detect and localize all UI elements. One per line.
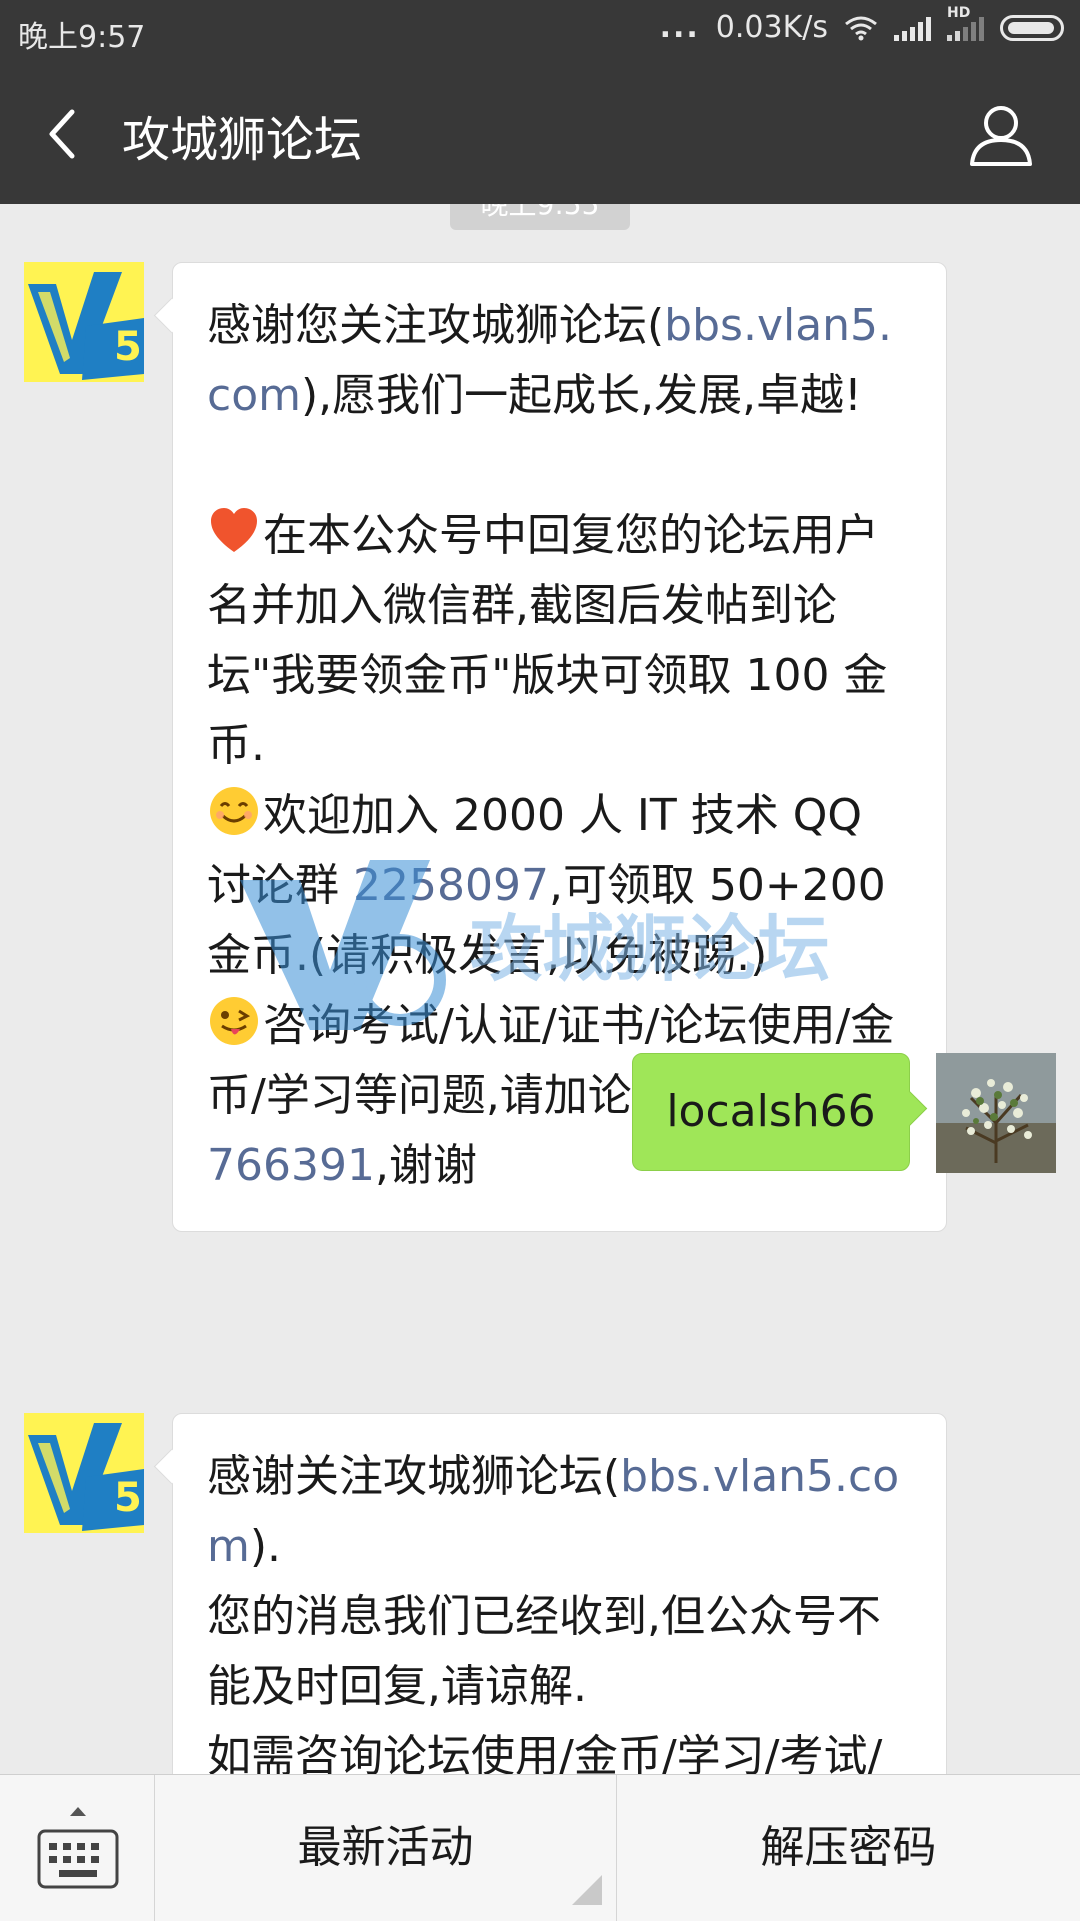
message-text: 感谢关注攻城狮论坛( (207, 1451, 621, 1502)
hd-signal-icon: HD (947, 5, 984, 41)
status-icons: ... 0.03K/s HD (659, 5, 1064, 45)
title-bar: 攻城狮论坛 (0, 64, 1080, 204)
v5-logo-icon: 5 (24, 1413, 144, 1533)
chat-area[interactable]: 晚上9:55 V5 5 感谢您关注攻城狮论坛(bbs.vlan5.com),愿我… (0, 204, 1080, 1774)
message-paragraph: 感谢关注攻城狮论坛(bbs.vlan5.com). (207, 1442, 916, 1582)
back-arrow-icon[interactable] (38, 104, 98, 164)
message-text: 在本公众号中回复您的论坛用户名并加入微信群,截图后发帖到论坛"我要领金币"版块可… (207, 510, 888, 771)
wifi-icon (845, 16, 877, 40)
page-title: 攻城狮论坛 (122, 112, 363, 168)
status-bar: 晚上9:57 ... 0.03K/s HD (0, 0, 1080, 64)
status-time: 晚上9:57 (18, 20, 146, 55)
smile-emoji-icon (210, 787, 258, 835)
signal-icon (894, 15, 931, 41)
plant-photo-avatar (936, 1053, 1056, 1173)
wink-tongue-emoji-icon (210, 997, 258, 1045)
menu-item-unzip-password[interactable]: 解压密码 (617, 1775, 1080, 1921)
profile-icon[interactable] (966, 100, 1036, 170)
up-arrow-icon (70, 1807, 86, 1816)
message-text: localsh66 (666, 1086, 876, 1137)
message-paragraph: 在本公众号中回复您的论坛用户名并加入微信群,截图后发帖到论坛"我要领金币"版块可… (207, 501, 916, 781)
keyboard-toggle-button[interactable] (0, 1775, 155, 1921)
svg-text:5: 5 (114, 1475, 142, 1521)
menu-item-latest-activity[interactable]: 最新活动 (155, 1775, 617, 1921)
network-speed: 0.03K/s (715, 10, 828, 45)
qq-group-link[interactable]: 2258097 (353, 860, 549, 911)
account-avatar[interactable]: V5 5 (24, 262, 144, 382)
bottom-menu-bar: 最新活动 解压密码 (0, 1774, 1080, 1921)
message-paragraph: 欢迎加入 2000 人 IT 技术 QQ 讨论群 2258097,可领取 50+… (207, 781, 916, 991)
incoming-message-bubble[interactable]: 感谢关注攻城狮论坛(bbs.vlan5.com). 您的消息我们已经收到,但公众… (172, 1413, 947, 1774)
message-paragraph: 感谢您关注攻城狮论坛(bbs.vlan5.com),愿我们一起成长,发展,卓越! (207, 291, 916, 431)
time-divider: 晚上9:55 (450, 204, 630, 230)
message-text: ,谢谢 (374, 1140, 477, 1191)
status-dots: ... (659, 10, 700, 45)
message-text: 感谢您关注攻城狮论坛( (207, 300, 665, 351)
message-paragraph: 如需咨询论坛使用/金币/学习/考试/ (207, 1731, 883, 1774)
keyboard-icon (37, 1829, 119, 1889)
message-text: ). (249, 1521, 282, 1572)
outgoing-message-bubble[interactable]: localsh66 (632, 1053, 910, 1171)
submenu-corner-icon (572, 1875, 602, 1905)
message-paragraph: 您的消息我们已经收到,但公众号不能及时回复,请谅解. (207, 1591, 881, 1712)
my-avatar[interactable] (936, 1053, 1056, 1173)
heart-emoji-icon (211, 508, 257, 552)
account-avatar[interactable]: 5 (24, 1413, 144, 1533)
battery-icon (1000, 14, 1064, 41)
message-text: ),愿我们一起成长,发展,卓越! (300, 370, 862, 421)
svg-text:5: 5 (114, 324, 142, 370)
v5-logo-icon: V5 5 (24, 262, 144, 382)
